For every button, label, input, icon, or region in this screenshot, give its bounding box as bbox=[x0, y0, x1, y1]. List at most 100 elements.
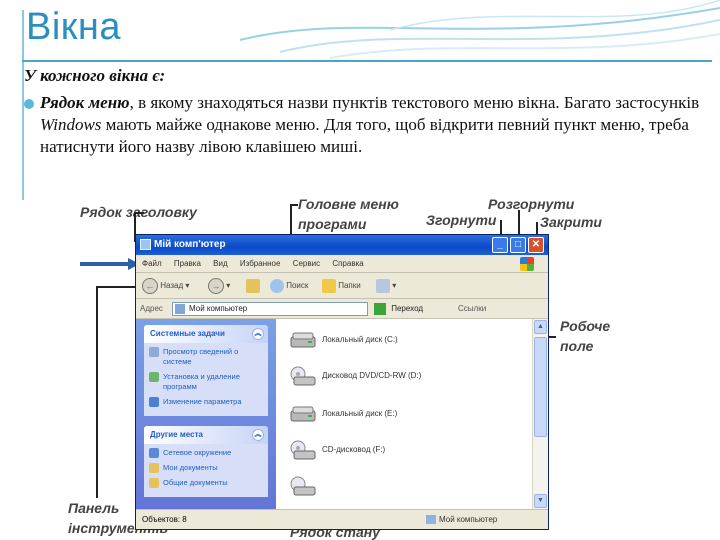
bullet-part2: мають майже однакове меню. Для того, щоб… bbox=[40, 115, 689, 156]
computer-icon bbox=[140, 239, 151, 250]
system-tasks-title: Системные задачи bbox=[150, 329, 225, 338]
address-label: Адрес bbox=[140, 304, 163, 313]
status-location-label: Мой компьютер bbox=[439, 515, 498, 524]
scroll-up-button[interactable]: ▲ bbox=[534, 320, 547, 334]
address-value: Мой компьютер bbox=[189, 304, 248, 313]
other-places-panel: Другие места ︽ Сетевое окружение Мои док… bbox=[144, 426, 268, 497]
views-button[interactable]: ▾ bbox=[376, 277, 396, 295]
window-title: Мій комп'ютер bbox=[154, 239, 226, 250]
back-arrow-icon: ← bbox=[142, 277, 158, 294]
place-item-label: Мои документы bbox=[163, 463, 218, 472]
callout-work-area-2: поле bbox=[560, 338, 594, 354]
forward-arrow-icon: → bbox=[208, 277, 224, 294]
folders-button[interactable]: Папки bbox=[322, 277, 361, 295]
search-icon bbox=[270, 278, 284, 293]
maximize-button[interactable]: □ bbox=[510, 237, 526, 253]
collapse-chevron-icon[interactable]: ︽ bbox=[252, 429, 264, 441]
other-places-header[interactable]: Другие места ︽ bbox=[144, 426, 268, 444]
place-item-label: Сетевое окружение bbox=[163, 448, 232, 457]
drive-item-partial[interactable] bbox=[290, 471, 520, 501]
bullet-text: Рядок меню, в якому знаходяться назви пу… bbox=[24, 92, 704, 158]
up-folder-button[interactable] bbox=[246, 277, 260, 295]
views-icon bbox=[376, 278, 390, 293]
minimize-button[interactable]: _ bbox=[492, 237, 508, 253]
bullet-item: Рядок меню, в якому знаходяться назви пу… bbox=[24, 92, 704, 158]
place-item[interactable]: Мои документы bbox=[149, 463, 263, 473]
place-item[interactable]: Сетевое окружение bbox=[149, 448, 263, 458]
menu-edit[interactable]: Правка bbox=[174, 259, 201, 268]
title-bar[interactable]: Мій комп'ютер _ □ ✕ bbox=[136, 235, 548, 255]
drive-item[interactable]: Локальный диск (C:) bbox=[290, 325, 520, 355]
intro-text: У кожного вікна є: bbox=[24, 66, 166, 85]
task-item-label: Просмотр сведений о системе bbox=[163, 347, 239, 366]
drive-label: CD-дисковод (F:) bbox=[322, 445, 386, 454]
task-item[interactable]: Установка и удаление программ bbox=[149, 372, 263, 392]
decorative-waves bbox=[240, 0, 720, 59]
pointer-main-menu-h bbox=[290, 204, 298, 206]
menu-favorites[interactable]: Избранное bbox=[240, 259, 281, 268]
up-folder-icon bbox=[246, 278, 260, 293]
scroll-thumb[interactable] bbox=[534, 337, 547, 437]
address-input[interactable]: Мой компьютер bbox=[172, 302, 368, 316]
disk-icon bbox=[290, 476, 316, 496]
drive-item[interactable]: CD-дисковод (F:) bbox=[290, 435, 520, 465]
back-label: Назад bbox=[160, 281, 184, 290]
callout-main-menu-2: програми bbox=[298, 216, 367, 232]
title-underline bbox=[22, 60, 712, 62]
settings-icon bbox=[149, 397, 159, 407]
go-label: Переход bbox=[391, 304, 424, 313]
callout-minimize: Згорнути bbox=[426, 212, 497, 228]
shared-folder-icon bbox=[149, 478, 159, 488]
documents-folder-icon bbox=[149, 463, 159, 473]
task-item[interactable]: Просмотр сведений о системе bbox=[149, 347, 263, 367]
scroll-down-button[interactable]: ▼ bbox=[534, 494, 547, 508]
status-object-count: Объектов: 8 bbox=[142, 515, 187, 524]
explorer-window: Мій комп'ютер _ □ ✕ Файл Правка Вид Избр… bbox=[135, 234, 549, 530]
close-button[interactable]: ✕ bbox=[528, 237, 544, 253]
window-figure: Рядок заголовку Головне меню програми Ро… bbox=[60, 190, 626, 540]
folders-label: Папки bbox=[338, 281, 361, 290]
menu-view[interactable]: Вид bbox=[213, 259, 227, 268]
links-button[interactable]: Ссылки bbox=[458, 299, 486, 319]
status-bar: Объектов: 8 Мой компьютер bbox=[136, 509, 548, 529]
task-item-label: Установка и удаление программ bbox=[163, 372, 240, 391]
menu-help[interactable]: Справка bbox=[332, 259, 363, 268]
search-button[interactable]: Поиск bbox=[270, 277, 308, 295]
callout-work-area-1: Робоче bbox=[560, 318, 611, 334]
address-bar: Адрес Мой компьютер Переход Ссылки bbox=[136, 299, 548, 319]
callout-maximize: Розгорнути bbox=[488, 196, 575, 212]
task-item[interactable]: Изменение параметра bbox=[149, 397, 263, 407]
place-item-label: Общие документы bbox=[163, 478, 228, 487]
menu-tools[interactable]: Сервис bbox=[293, 259, 320, 268]
system-info-icon bbox=[149, 347, 159, 357]
drive-label: Дисковод DVD/CD-RW (D:) bbox=[322, 371, 422, 380]
back-button[interactable]: ← Назад ▾ bbox=[142, 277, 189, 295]
pointer-toolbar-h bbox=[96, 286, 136, 288]
toolbar: ← Назад ▾ → ▾ Поиск Папки ▾ bbox=[136, 273, 548, 299]
hard-drive-icon bbox=[290, 332, 316, 348]
task-item-label: Изменение параметра bbox=[163, 397, 242, 406]
go-arrow-icon bbox=[374, 302, 386, 315]
bullet-part1: , в якому знаходяться назви пунктів текс… bbox=[129, 93, 700, 112]
drive-item[interactable]: Локальный диск (E:) bbox=[290, 399, 520, 429]
network-icon bbox=[149, 448, 159, 458]
forward-button[interactable]: → ▾ bbox=[208, 277, 230, 295]
go-button[interactable]: Переход bbox=[374, 302, 423, 316]
collapse-chevron-icon[interactable]: ︽ bbox=[252, 328, 264, 340]
status-location: Мой компьютер bbox=[426, 510, 498, 529]
place-item[interactable]: Общие документы bbox=[149, 478, 263, 488]
computer-small-icon bbox=[175, 304, 185, 314]
system-tasks-header[interactable]: Системные задачи ︽ bbox=[144, 325, 268, 343]
callout-main-menu-1: Головне меню bbox=[298, 196, 399, 212]
drive-item[interactable]: Дисковод DVD/CD-RW (D:) bbox=[290, 361, 520, 391]
vertical-scrollbar[interactable]: ▲ ▼ bbox=[532, 319, 548, 509]
computer-small-icon bbox=[426, 515, 436, 525]
task-pane: Системные задачи ︽ Просмотр сведений о с… bbox=[136, 319, 276, 509]
hard-drive-icon bbox=[290, 406, 316, 422]
menu-file[interactable]: Файл bbox=[142, 259, 162, 268]
bullet-term: Рядок меню bbox=[40, 93, 130, 112]
work-area: Локальный диск (C:) Дисковод DVD/CD-RW (… bbox=[276, 319, 534, 509]
cd-drive-icon bbox=[290, 440, 316, 460]
search-label: Поиск bbox=[286, 281, 309, 290]
other-places-body: Сетевое окружение Мои документы Общие до… bbox=[144, 444, 268, 497]
